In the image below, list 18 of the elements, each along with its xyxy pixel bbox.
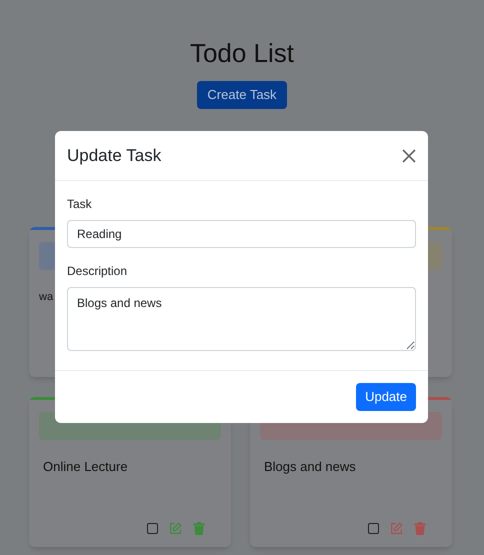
task-field[interactable]: Reading (67, 220, 416, 248)
create-task-button[interactable]: Create Task (197, 81, 287, 109)
trash-icon[interactable] (193, 522, 205, 535)
field-label: Task (67, 196, 93, 213)
task-description: wa (39, 290, 54, 305)
dialog-title: Update Task (67, 144, 162, 167)
trash-icon[interactable] (414, 522, 426, 535)
update-button[interactable]: Update (356, 383, 416, 411)
close-icon[interactable] (402, 148, 416, 162)
edit-icon[interactable] (390, 522, 403, 535)
edit-icon[interactable] (169, 522, 182, 535)
complete-checkbox[interactable] (368, 523, 379, 534)
task-description: Blogs and news (263, 458, 357, 476)
field-label: Description (67, 263, 128, 280)
task-description: Online Lecture (42, 458, 129, 476)
complete-checkbox[interactable] (147, 523, 158, 534)
page-title: Todo List (190, 37, 294, 70)
description-field[interactable]: Blogs and news (67, 287, 416, 351)
